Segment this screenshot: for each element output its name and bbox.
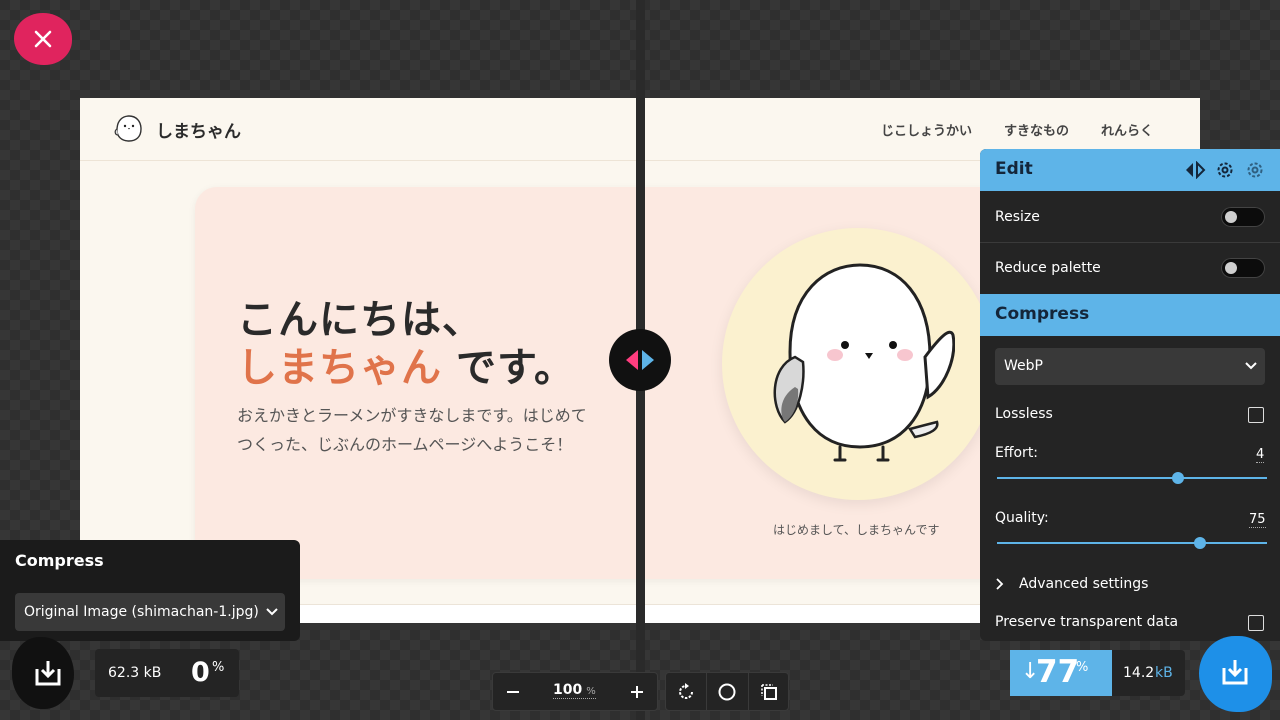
source-format-select[interactable]: Original Image (shimachan-1.jpg) <box>15 593 285 631</box>
resize-label: Resize <box>995 209 1040 225</box>
reduce-palette-toggle[interactable] <box>1221 258 1265 278</box>
edit-title: Edit <box>995 159 1033 179</box>
effort-label: Effort: <box>995 445 1039 461</box>
close-icon <box>34 30 52 48</box>
quality-slider-knob[interactable] <box>1193 537 1206 549</box>
download-original-button[interactable] <box>12 637 74 709</box>
hero-suffix: です。 <box>456 345 575 391</box>
hero-intro: しまちゃん です。 <box>237 335 575 393</box>
toggle-knob <box>1225 211 1237 223</box>
copy-settings-gear-icon[interactable] <box>1245 160 1265 180</box>
effort-value[interactable]: 4 <box>1256 447 1265 463</box>
percent-sign: % <box>212 660 225 675</box>
savings-value: 77 <box>1036 654 1080 690</box>
effort-slider-knob[interactable] <box>1171 472 1184 484</box>
tool-separator <box>748 673 749 710</box>
zoom-value: 100 <box>553 682 583 698</box>
background-toggle-icon[interactable] <box>717 682 737 702</box>
tool-separator <box>706 673 707 710</box>
compressed-size-display: 14.2 kB <box>1100 650 1185 696</box>
lossless-label: Lossless <box>995 406 1053 422</box>
lossless-checkbox[interactable] <box>1248 407 1264 423</box>
preserve-transparent-checkbox[interactable] <box>1248 615 1264 631</box>
nav-link-about[interactable]: じこしょうかい <box>881 120 972 139</box>
zoom-unit: % <box>586 686 596 697</box>
nav-link-contact[interactable]: れんらく <box>1101 120 1153 139</box>
gear-icon[interactable] <box>1215 160 1235 180</box>
compressed-unit: kB <box>1155 665 1173 681</box>
download-compressed-button[interactable] <box>1199 636 1272 712</box>
zoom-controls: 100% <box>492 672 658 711</box>
advanced-settings-toggle[interactable]: Advanced settings <box>1019 576 1148 592</box>
hero-name: しまちゃん <box>237 345 442 391</box>
view-tools <box>665 672 789 711</box>
reduce-palette-label: Reduce palette <box>995 260 1101 276</box>
original-percent: 0 <box>191 657 210 688</box>
format-value: WebP <box>1004 358 1043 374</box>
close-button[interactable] <box>14 13 72 65</box>
edit-panel: Edit Resize Reduce palette Compress WebP… <box>980 149 1280 641</box>
brand-name[interactable]: しまちゃん <box>156 117 241 142</box>
original-size: 62.3 kB <box>108 665 162 681</box>
divider-handle[interactable] <box>609 329 671 391</box>
source-panel-title: Compress <box>15 551 104 570</box>
quality-slider[interactable] <box>997 542 1267 544</box>
minus-icon[interactable] <box>506 685 520 699</box>
compress-title: Compress <box>995 304 1090 324</box>
download-icon <box>35 661 61 686</box>
preserve-transparent-label: Preserve transparent data <box>995 614 1179 630</box>
badge-arrow-tip <box>1096 650 1112 696</box>
split-arrows-icon <box>626 350 654 370</box>
crop-icon[interactable] <box>759 682 779 702</box>
chevron-down-icon <box>266 608 278 616</box>
quality-value[interactable]: 75 <box>1249 512 1266 528</box>
format-select[interactable]: WebP <box>995 348 1265 385</box>
rotate-icon[interactable] <box>676 682 696 702</box>
zoom-input[interactable]: 100% <box>553 682 596 699</box>
toggle-knob <box>1225 262 1237 274</box>
savings-badge: ↓ 77 % <box>1010 650 1112 696</box>
plus-icon[interactable] <box>630 685 644 699</box>
chevron-right-icon[interactable] <box>996 578 1004 590</box>
source-panel: Compress Original Image (shimachan-1.jpg… <box>0 540 300 641</box>
original-size-display: 62.3 kB 0 % <box>95 649 239 697</box>
source-select-value: Original Image (shimachan-1.jpg) <box>24 604 259 620</box>
chevron-down-icon <box>1245 362 1257 370</box>
nav-link-favorites[interactable]: すきなもの <box>1004 120 1069 139</box>
hero-caption: はじめまして、しまちゃんです <box>773 523 940 537</box>
quality-label: Quality: <box>995 510 1049 526</box>
logo-bird-icon <box>114 115 142 142</box>
resize-toggle[interactable] <box>1221 207 1265 227</box>
divider <box>980 242 1280 243</box>
savings-unit: % <box>1076 660 1089 675</box>
compress-header: Compress <box>980 294 1280 336</box>
hero-description: おえかきとラーメンがすきなしまです。はじめてつくった、じぶんのホームページへよう… <box>237 406 587 454</box>
compressed-size: 14.2 <box>1123 665 1155 681</box>
swap-sides-icon[interactable] <box>1184 161 1206 179</box>
bird-illustration <box>773 263 955 462</box>
edit-header: Edit <box>980 149 1280 191</box>
download-icon <box>1222 660 1248 685</box>
effort-slider[interactable] <box>997 477 1267 479</box>
